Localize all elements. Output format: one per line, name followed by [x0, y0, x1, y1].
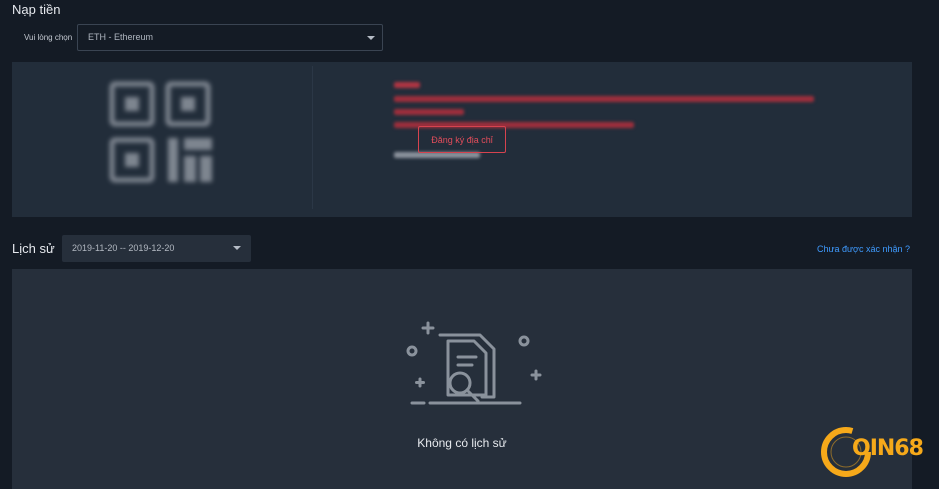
chevron-down-icon — [367, 36, 375, 40]
coin-select[interactable]: ETH - Ethereum — [77, 24, 383, 51]
date-range-picker[interactable]: 2019-11-20 -- 2019-12-20 — [62, 235, 251, 262]
history-panel: Không có lịch sử — [12, 269, 912, 489]
coin68-brand: OIN68 — [852, 436, 924, 461]
empty-history-text: Không có lịch sử — [417, 436, 507, 450]
qr-code-icon — [109, 81, 212, 183]
date-range-value: 2019-11-20 -- 2019-12-20 — [72, 243, 175, 253]
coin-select-value: ETH - Ethereum — [88, 32, 154, 42]
blurred-text-line — [394, 96, 814, 102]
coin-select-label: Vui lòng chọn — [24, 33, 73, 42]
chevron-down-icon — [233, 246, 241, 250]
blurred-text-line — [394, 109, 464, 115]
deposit-address-panel: Đăng ký địa chỉ — [12, 62, 912, 217]
blurred-text-line — [394, 82, 420, 88]
page-title: Nạp tiền — [12, 2, 61, 17]
coin68-watermark: OIN68 — [816, 414, 930, 489]
history-title: Lịch sử — [12, 241, 55, 256]
document-search-icon — [406, 321, 542, 405]
unconfirmed-link[interactable]: Chưa được xác nhận ? — [817, 244, 910, 254]
deposit-page: Nạp tiền Vui lòng chọn ETH - Ethereum Đă… — [0, 0, 939, 489]
register-address-button[interactable]: Đăng ký địa chỉ — [418, 126, 506, 153]
panel-divider — [312, 66, 313, 209]
